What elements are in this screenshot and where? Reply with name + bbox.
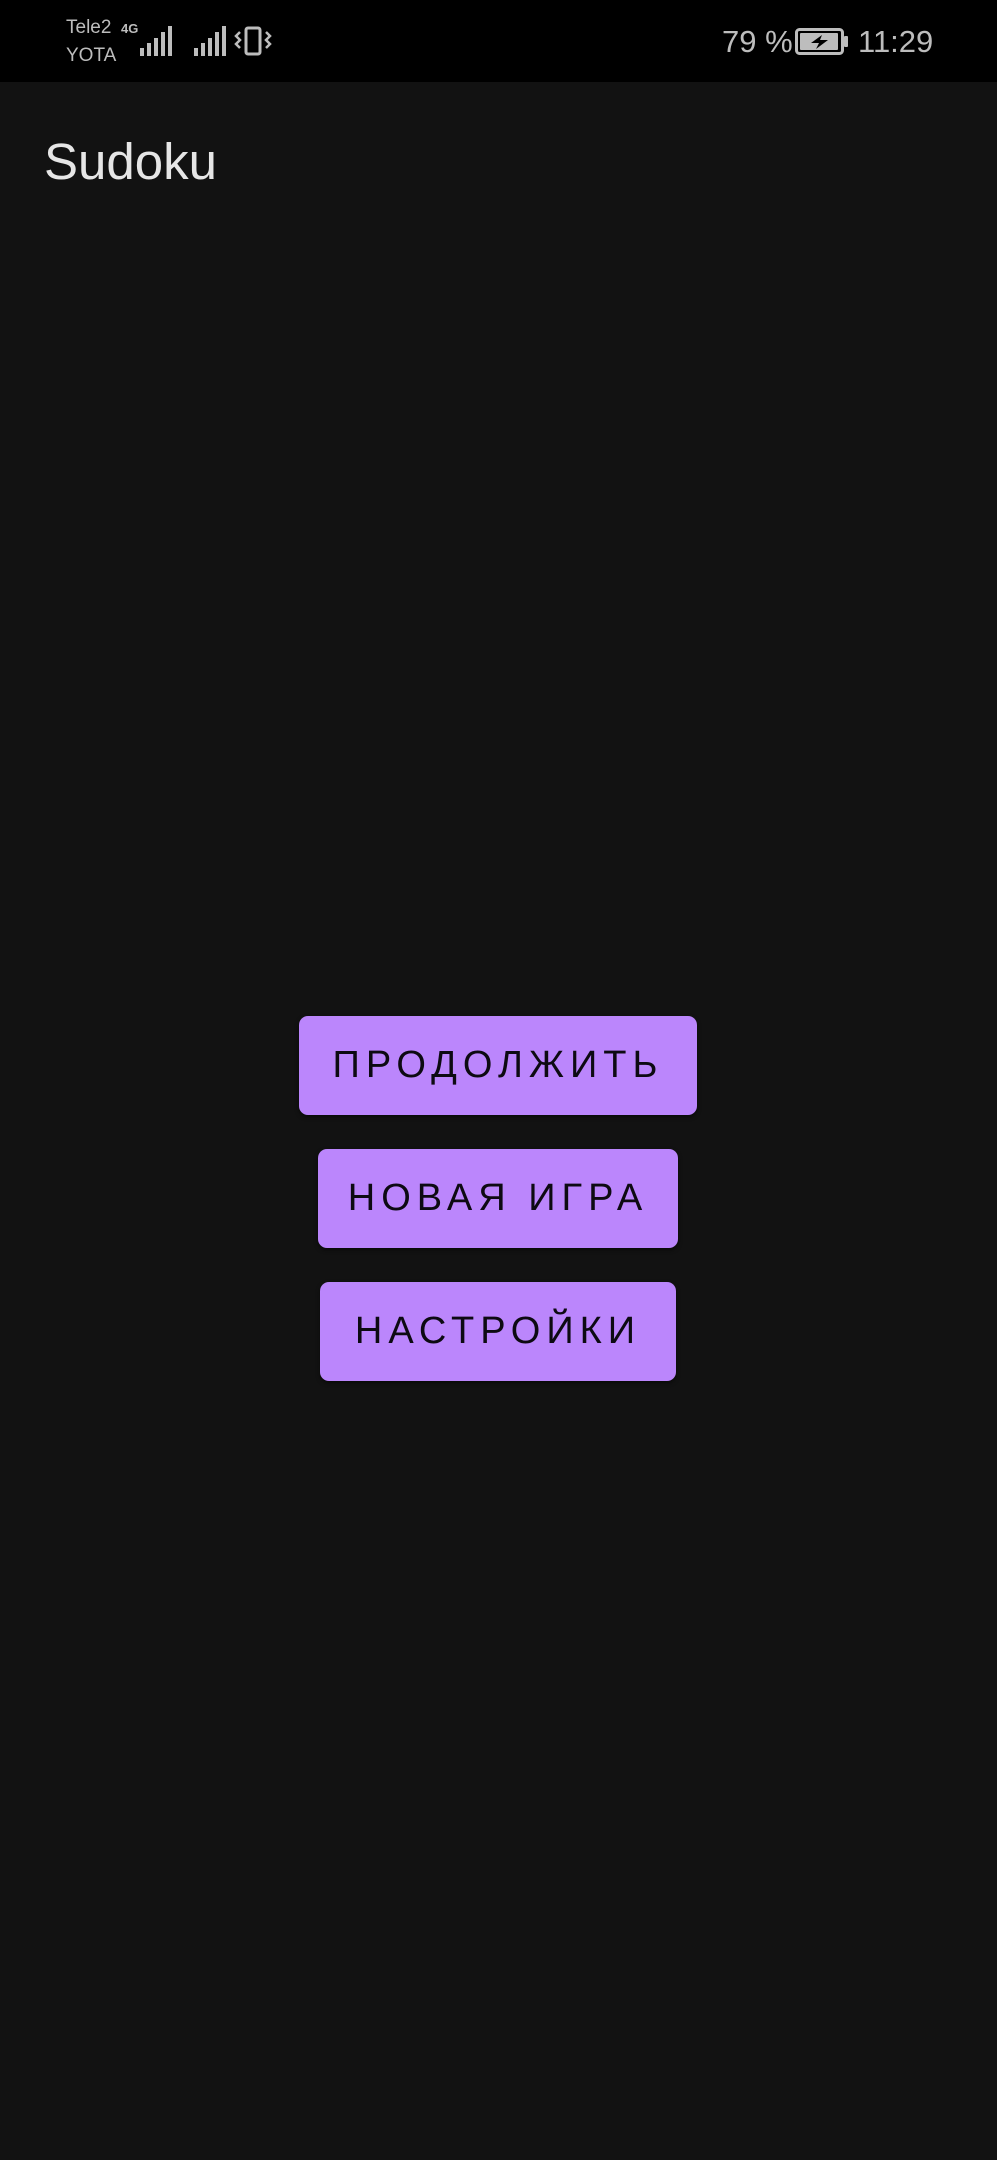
carrier-2: YOTA xyxy=(66,45,117,66)
network-type: 4G xyxy=(121,21,139,36)
battery-percent: 79 % xyxy=(722,24,793,59)
clock: 11:29 xyxy=(858,24,934,59)
signal-icon xyxy=(140,26,172,56)
continue-button[interactable]: ПРОДОЛЖИТЬ xyxy=(299,1016,697,1115)
new-game-button[interactable]: НОВАЯ ИГРА xyxy=(318,1149,678,1248)
signal-icon xyxy=(194,26,226,56)
carrier-1: Tele2 xyxy=(66,17,112,38)
vibrate-icon xyxy=(234,26,272,56)
carrier-names: Tele2 YOTA xyxy=(66,14,116,70)
screen: Tele2 YOTA 4G 79 % 11:29 Sudoku ПРОДОЛЖИ… xyxy=(0,0,997,2160)
app-title: Sudoku xyxy=(44,133,217,190)
settings-button[interactable]: НАСТРОЙКИ xyxy=(320,1282,676,1381)
status-bar: Tele2 YOTA 4G 79 % 11:29 xyxy=(0,0,997,82)
battery-charging-icon xyxy=(795,28,848,55)
